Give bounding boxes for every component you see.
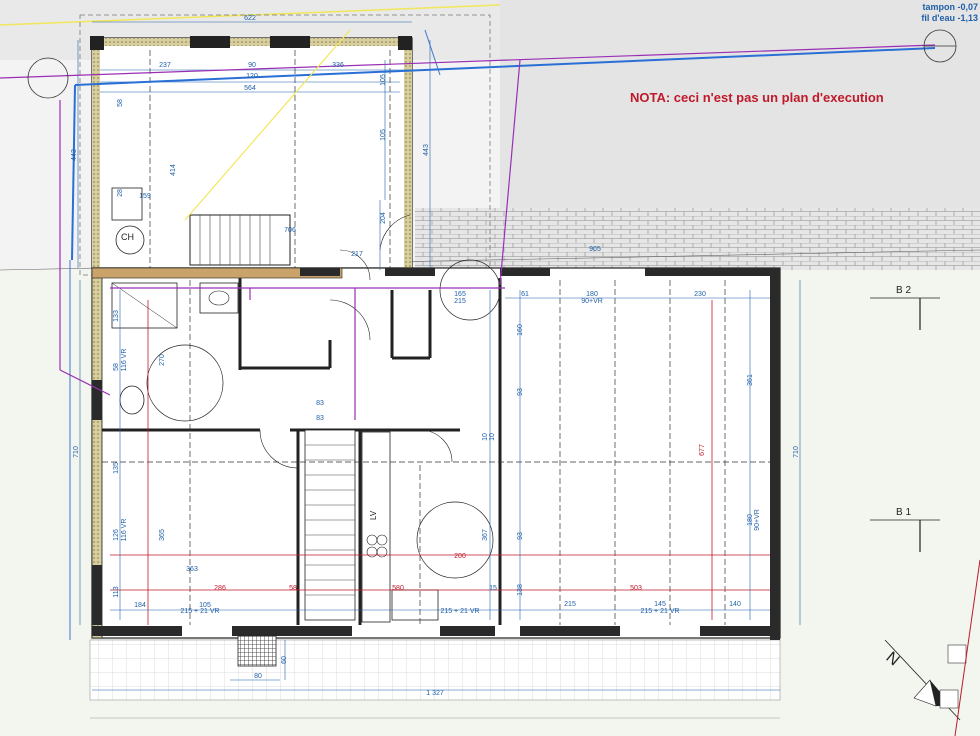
dimension-label-32: 710 xyxy=(793,446,800,458)
dimension-label-3: 120 xyxy=(246,73,258,80)
dimension-label-34: 365 xyxy=(159,529,166,541)
dimension-label-37: 10 xyxy=(482,433,489,441)
dimension-label-39: 367 xyxy=(482,529,489,541)
dimension-label-12: 28 xyxy=(117,189,124,197)
dimension-label-2: 90 xyxy=(248,62,256,69)
stair-main xyxy=(304,429,356,621)
dimension-label-30: 361 xyxy=(747,374,754,386)
dimension-label-28: 160 xyxy=(517,324,524,336)
label-lv: LV xyxy=(369,510,378,520)
dimension-label-9: 105 xyxy=(380,129,387,141)
nota-text: NOTA: ceci n'est pas un plan d'execution xyxy=(630,90,884,105)
dimension-label-20: 90+VR xyxy=(581,298,603,305)
dimension-label-51: 215 xyxy=(564,601,576,608)
dimension-label-53: 215 + 21 VR xyxy=(640,608,679,615)
dimension-label-4: 336 xyxy=(332,62,344,69)
dimension-label-35: 83 xyxy=(316,400,324,407)
dimension-label-29: 93 xyxy=(517,388,524,396)
dimension-label-6: 443 xyxy=(71,149,78,161)
dimension-label-24: 133 xyxy=(113,310,120,322)
dimension-label-red-3: 580 xyxy=(392,585,404,592)
dimension-label-13: 159 xyxy=(139,193,151,200)
dimension-label-red-4: 503 xyxy=(630,585,642,592)
dimension-label-42: 116 VR xyxy=(121,519,128,542)
kitchen-counter xyxy=(361,431,391,623)
dimension-label-50: 215 + 21 VR xyxy=(440,608,479,615)
svg-text:B 1: B 1 xyxy=(896,507,911,518)
dimension-label-47: 184 xyxy=(134,602,146,609)
label-ch: CH xyxy=(121,232,134,242)
dimension-label-7: 414 xyxy=(170,164,177,176)
dimension-label-56: 15 xyxy=(489,585,497,592)
paved-wall xyxy=(415,208,980,270)
dimension-label-0: 622 xyxy=(244,15,256,22)
dimension-label-11: 58 xyxy=(117,99,124,107)
dimension-label-22: 165 xyxy=(454,291,466,298)
dimension-label-38: 10 xyxy=(489,433,496,441)
dimension-label-46: 113 xyxy=(113,586,120,597)
main-house xyxy=(91,267,781,639)
dimension-label-57: 60 xyxy=(281,656,288,664)
dimension-label-26: 58 xyxy=(113,363,120,371)
dimension-label-15: 706 xyxy=(284,227,296,234)
dimension-label-45: 363 xyxy=(186,566,198,573)
dimension-label-19: 180 xyxy=(586,291,598,298)
dimension-label-31: 710 xyxy=(73,446,80,458)
dimension-label-49: 215 + 21 VR xyxy=(180,608,219,615)
drain-grid xyxy=(237,635,277,667)
dimension-label-red-0: 677 xyxy=(699,444,706,456)
dimension-label-41: 126 xyxy=(113,529,120,541)
dimension-label-red-1: 200 xyxy=(454,553,466,560)
dimension-label-18: 61 xyxy=(521,291,529,298)
dimension-label-5: 564 xyxy=(244,85,256,92)
dimension-label-27: 116 VR xyxy=(121,349,128,372)
dimension-label-36: 83 xyxy=(316,415,324,422)
toilet xyxy=(119,385,145,415)
dimension-label-1: 237 xyxy=(159,62,171,69)
dimension-label-14: 204 xyxy=(380,212,387,224)
dimension-label-21: 230 xyxy=(694,291,706,298)
dimension-label-8: 105 xyxy=(380,74,387,86)
dimension-label-55: 138 xyxy=(517,584,524,596)
dimension-label-52: 145 xyxy=(654,601,666,608)
dimension-label-33: 135 xyxy=(113,462,120,474)
dimension-label-58: 80 xyxy=(254,673,262,680)
dimension-label-16: 217 xyxy=(351,251,363,258)
floor-plan: CH LV NOTA: ceci n'est pas un plan d'exe… xyxy=(0,0,980,736)
tampon-line2: fil d'eau -1,13 xyxy=(921,13,978,23)
tampon-line1: tampon -0,07 xyxy=(922,2,978,12)
svg-text:B 2: B 2 xyxy=(896,285,911,296)
dimension-label-44: 90+VR xyxy=(754,509,761,531)
dimension-label-59: 1 327 xyxy=(426,690,444,697)
dimension-label-40: 93 xyxy=(517,532,524,540)
dimension-label-red-5: 58 xyxy=(289,585,297,592)
dimension-label-54: 140 xyxy=(729,601,741,608)
road-area xyxy=(500,0,980,215)
dimension-label-43: 180 xyxy=(747,514,754,526)
dimension-label-17: 905 xyxy=(589,246,601,253)
dimension-label-10: 443 xyxy=(423,144,430,156)
dimension-label-25: 270 xyxy=(159,354,166,366)
dimension-label-red-2: 286 xyxy=(214,585,226,592)
dimension-label-23: 215 xyxy=(454,298,466,305)
